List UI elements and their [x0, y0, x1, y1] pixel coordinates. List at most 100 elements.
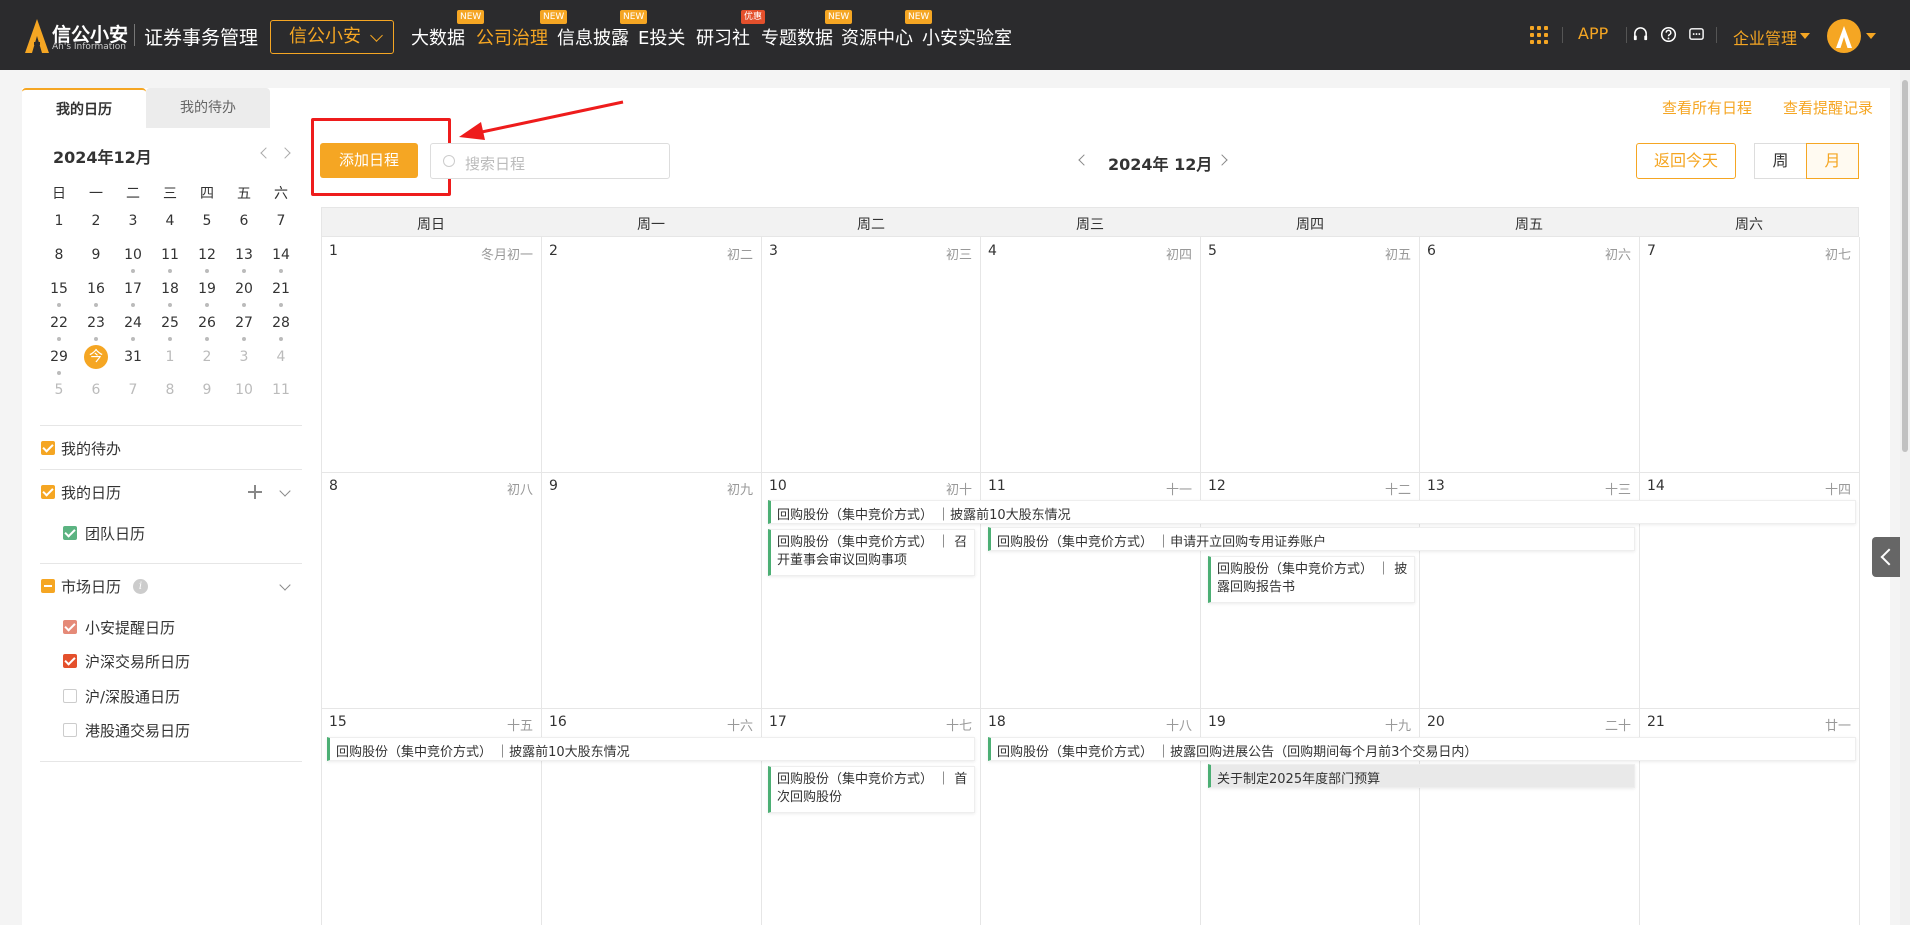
day-number[interactable]: 7 — [1647, 243, 1656, 259]
mini-day[interactable]: 3 — [231, 346, 257, 368]
nav-resource-center[interactable]: 资源中心 — [841, 24, 913, 50]
nav-e-ir[interactable]: E投关 — [638, 24, 685, 50]
info-icon[interactable]: i — [133, 579, 148, 594]
page-scrollbar[interactable] — [1900, 70, 1910, 925]
day-number[interactable]: 14 — [1647, 478, 1665, 494]
nav-lab[interactable]: 小安实验室 — [922, 24, 1012, 50]
search-input[interactable]: 搜索日程 — [430, 143, 670, 179]
mini-day[interactable]: 28 — [268, 312, 294, 334]
event-item[interactable]: 回购股份（集中竞价方式） ｜披露前10大股东情况 — [768, 500, 1856, 524]
event-item[interactable]: 关于制定2025年度部门预算 — [1208, 764, 1635, 788]
day-number[interactable]: 6 — [1427, 243, 1436, 259]
nav-corporate-governance[interactable]: 公司治理 — [476, 24, 548, 50]
help-icon[interactable] — [1660, 26, 1677, 43]
mini-day[interactable]: 7 — [268, 210, 294, 232]
day-number[interactable]: 18 — [988, 714, 1006, 730]
day-number[interactable]: 21 — [1647, 714, 1665, 730]
nav-info-disclosure[interactable]: 信息披露 — [557, 24, 629, 50]
mini-day[interactable]: 14 — [268, 244, 294, 266]
day-number[interactable]: 3 — [769, 243, 778, 259]
collapse-panel-handle[interactable] — [1872, 537, 1900, 577]
mini-day[interactable]: 13 — [231, 244, 257, 266]
mini-day[interactable]: 8 — [46, 244, 72, 266]
apps-grid-icon[interactable] — [1530, 26, 1548, 44]
team-calendar-checkbox[interactable] — [63, 526, 77, 540]
month-view-button[interactable]: 月 — [1806, 143, 1859, 179]
mini-day[interactable]: 24 — [120, 312, 146, 334]
mini-day[interactable]: 9 — [83, 244, 109, 266]
scroll-thumb[interactable] — [1902, 80, 1908, 452]
mini-day[interactable]: 10 — [120, 244, 146, 266]
mini-day[interactable]: 2 — [83, 210, 109, 232]
mini-day[interactable]: 8 — [157, 379, 183, 401]
day-number[interactable]: 8 — [329, 478, 338, 494]
event-item[interactable]: 回购股份（集中竞价方式） ｜ 召开董事会审议回购事项 — [768, 529, 975, 576]
mini-day[interactable]: 27 — [231, 312, 257, 334]
mini-day[interactable]: 10 — [231, 379, 257, 401]
day-number[interactable]: 9 — [549, 478, 558, 494]
xiaoan-reminder-checkbox[interactable] — [63, 620, 77, 634]
day-number[interactable]: 12 — [1208, 478, 1226, 494]
day-number[interactable]: 15 — [329, 714, 347, 730]
mini-day[interactable]: 11 — [157, 244, 183, 266]
exchange-calendar-checkbox[interactable] — [63, 654, 77, 668]
event-item[interactable]: 回购股份（集中竞价方式） ｜ 首次回购股份 — [768, 766, 975, 813]
message-icon[interactable] — [1688, 26, 1705, 43]
logo-icon[interactable] — [22, 18, 52, 54]
mini-day[interactable]: 9 — [194, 379, 220, 401]
day-number[interactable]: 19 — [1208, 714, 1226, 730]
mini-day[interactable]: 18 — [157, 278, 183, 300]
enterprise-menu[interactable]: 企业管理 — [1733, 25, 1797, 49]
stock-connect-checkbox[interactable] — [63, 689, 77, 703]
avatar[interactable] — [1827, 19, 1861, 53]
day-number[interactable]: 5 — [1208, 243, 1217, 259]
plus-icon[interactable] — [248, 485, 262, 499]
tab-my-calendar[interactable]: 我的日历 — [22, 88, 146, 128]
mini-day[interactable]: 1 — [157, 346, 183, 368]
mini-day[interactable]: 6 — [83, 379, 109, 401]
day-number[interactable]: 1 — [329, 243, 338, 259]
mini-day[interactable]: 15 — [46, 278, 72, 300]
mini-day[interactable]: 11 — [268, 379, 294, 401]
nav-study-club[interactable]: 研习社 — [696, 24, 750, 50]
mini-day[interactable]: 1 — [46, 210, 72, 232]
day-number[interactable]: 17 — [769, 714, 787, 730]
my-todo-checkbox[interactable] — [41, 441, 55, 455]
view-reminder-records-link[interactable]: 查看提醒记录 — [1783, 97, 1873, 118]
day-number[interactable]: 2 — [549, 243, 558, 259]
mini-day[interactable]: 6 — [231, 210, 257, 232]
market-calendar-checkbox[interactable] — [41, 579, 55, 593]
mini-day[interactable]: 22 — [46, 312, 72, 334]
mini-day[interactable]: 5 — [194, 210, 220, 232]
tab-my-todo[interactable]: 我的待办 — [146, 88, 270, 128]
mini-day[interactable]: 7 — [120, 379, 146, 401]
nav-bigdata[interactable]: 大数据 — [411, 24, 465, 50]
headset-icon[interactable] — [1632, 26, 1649, 43]
mini-day[interactable]: 25 — [157, 312, 183, 334]
day-number[interactable]: 13 — [1427, 478, 1445, 494]
mini-day[interactable]: 17 — [120, 278, 146, 300]
mini-day[interactable]: 5 — [46, 379, 72, 401]
app-link[interactable]: APP — [1578, 24, 1608, 43]
event-item[interactable]: 回购股份（集中竞价方式） ｜披露回购进展公告（回购期间每个月前3个交易日内） — [988, 737, 1856, 761]
mini-day[interactable]: 2 — [194, 346, 220, 368]
back-to-today-button[interactable]: 返回今天 — [1636, 143, 1736, 179]
day-number[interactable]: 4 — [988, 243, 997, 259]
mini-day[interactable]: 4 — [268, 346, 294, 368]
mini-day-today[interactable]: 今 — [83, 346, 109, 368]
mini-day[interactable]: 19 — [194, 278, 220, 300]
mini-day[interactable]: 4 — [157, 210, 183, 232]
hk-connect-checkbox[interactable] — [63, 723, 77, 737]
day-number[interactable]: 16 — [549, 714, 567, 730]
day-number[interactable]: 20 — [1427, 714, 1445, 730]
my-calendar-checkbox[interactable] — [41, 485, 55, 499]
mini-day[interactable]: 21 — [268, 278, 294, 300]
week-view-button[interactable]: 周 — [1754, 143, 1807, 179]
mini-day[interactable]: 23 — [83, 312, 109, 334]
event-item[interactable]: 回购股份（集中竞价方式） ｜披露前10大股东情况 — [327, 737, 975, 761]
mini-day[interactable]: 29 — [46, 346, 72, 368]
caret-down-icon[interactable] — [1866, 33, 1876, 39]
event-item[interactable]: 回购股份（集中竞价方式） ｜ 披露回购报告书 — [1208, 556, 1415, 603]
product-selector[interactable]: 信公小安 — [270, 20, 394, 54]
mini-day[interactable]: 16 — [83, 278, 109, 300]
